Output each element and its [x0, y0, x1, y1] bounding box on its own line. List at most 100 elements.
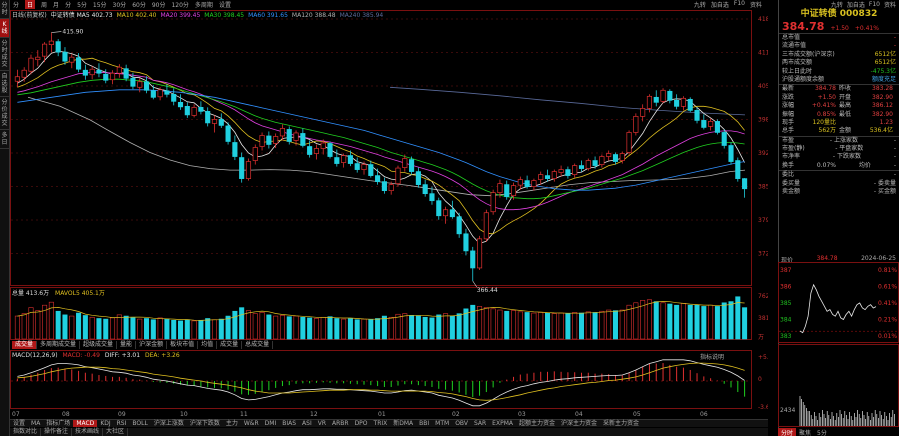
candle-body — [252, 147, 258, 161]
candle-body — [89, 68, 95, 76]
candle-body — [218, 119, 224, 126]
volume-tab-6[interactable]: 均值 — [198, 341, 218, 349]
candle-body — [708, 121, 714, 127]
indicator-tab-14[interactable]: VR — [315, 420, 329, 427]
volume-bar — [198, 319, 204, 340]
price-panel-frame — [10, 10, 752, 286]
indicator-tab-22[interactable]: SAR — [471, 420, 489, 427]
volume-bar — [334, 318, 340, 340]
indicator-tab-17[interactable]: TRIX — [371, 420, 391, 427]
volume-bar — [279, 315, 285, 340]
price-axis-label: 392.1 — [758, 150, 768, 157]
indicator-tab-19[interactable]: BBI — [416, 420, 432, 427]
volume-bar — [551, 313, 557, 340]
volume-tab-3[interactable]: 量能 — [117, 341, 137, 349]
intraday-tab-0[interactable]: 分时 — [778, 428, 797, 436]
volume-tab-4[interactable]: 沪深金额 — [136, 341, 168, 349]
intraday-axis-label: 387 — [780, 267, 792, 274]
volume-tab-7[interactable]: 成交量 — [217, 341, 243, 349]
indicator-tab-7[interactable]: 沪深上涨数 — [151, 420, 187, 427]
intraday-tab-2[interactable]: 5分 — [814, 428, 830, 436]
indicator-tab-12[interactable]: BIAS — [279, 420, 299, 427]
volume-bar — [395, 313, 401, 340]
x-label: 07 — [12, 411, 20, 418]
indicator-tab-15[interactable]: ARBR — [329, 420, 352, 427]
volume-bar — [21, 313, 27, 340]
tool-tab-0[interactable]: 指数对比 — [10, 428, 42, 436]
market-mid: - 下跌家数 — [832, 153, 861, 161]
indicator-tab-3[interactable]: MACD — [73, 420, 98, 427]
macd-axis-label: +5.08 — [758, 354, 768, 361]
volume-legend: 总量 413.6万 MAVOL5 405.1万 — [12, 288, 105, 297]
quote-key: 最低 — [839, 110, 852, 118]
candle-body — [606, 153, 612, 157]
volume-tab-2[interactable]: 超级成交量 — [80, 341, 118, 349]
candle-body — [701, 120, 707, 128]
indicator-tab-26[interactable]: 采新主力资金 — [600, 420, 642, 427]
tool-tab-3[interactable]: 大社区 — [103, 428, 129, 436]
low-marker: 366.44 — [477, 287, 498, 294]
order-value: - 买金额 — [873, 188, 896, 196]
candle-body — [232, 142, 238, 157]
indicator-tab-8[interactable]: 沪深下跌数 — [187, 420, 223, 427]
quote-header-item[interactable]: 九转 — [831, 0, 843, 9]
candle-body — [137, 81, 143, 88]
candle-body — [130, 77, 136, 87]
indicator-tab-0[interactable]: 设置 — [10, 420, 28, 427]
intraday-vol-axis: 2434 — [780, 407, 795, 414]
intraday-chart[interactable]: 387 386 385 384 383 0.81% 0.61% 0.41% 0.21% 0.01%… — [778, 262, 899, 432]
volume-bar — [300, 316, 306, 340]
indicator-tab-23[interactable]: EXPMA — [489, 420, 516, 427]
indicator-tab-6[interactable]: BOLL — [129, 420, 150, 427]
intraday-tab-1[interactable]: 聚焦 — [796, 428, 814, 436]
indicator-tab-25[interactable]: 沪深主力资金 — [558, 420, 600, 427]
tool-tab-2[interactable]: 技术画线 — [72, 428, 104, 436]
info-row: 两市成交额 6512亿 — [779, 59, 899, 67]
indicator-tab-5[interactable]: RSI — [114, 420, 130, 427]
volume-bar — [110, 317, 116, 340]
indicator-tab-4[interactable]: KDJ — [97, 420, 113, 427]
volume-tab-1[interactable]: 多周期成交量 — [37, 341, 81, 349]
quote-header-item[interactable]: 加自选 — [847, 0, 865, 9]
ma60-line — [17, 89, 745, 191]
indicator-tab-13[interactable]: ASI — [299, 420, 315, 427]
candle-body — [578, 165, 585, 169]
candle-body — [456, 216, 462, 235]
volume-tab-8[interactable]: 总成交量 — [242, 341, 274, 349]
quote-value: 386.12 — [872, 102, 893, 110]
indicator-tab-20[interactable]: MTM — [432, 420, 452, 427]
tool-tab-1[interactable]: 操作备注 — [41, 428, 73, 436]
volume-tab-5[interactable]: 板块市值 — [167, 341, 199, 349]
indicator-help-link[interactable]: 指标说明 — [700, 352, 724, 361]
indicator-tab-1[interactable]: MA — [28, 420, 43, 427]
macd-legend: MACD(12,26,9) MACD: -0.49 DIFF: +3.01 DE… — [12, 352, 180, 359]
quote-cell: 昨收 383.28 — [839, 85, 896, 93]
indicator-tab-2[interactable]: 指标广场 — [43, 420, 73, 427]
volume-bar — [320, 316, 326, 340]
candle-body — [184, 105, 190, 116]
quote-header-item[interactable]: F10 — [869, 1, 880, 8]
indicator-tab-16[interactable]: DPO — [352, 420, 371, 427]
indicator-tab-11[interactable]: DMI — [262, 420, 280, 427]
indicator-tab-21[interactable]: OBV — [452, 420, 471, 427]
volume-tab-0[interactable]: 成交量 — [12, 341, 38, 349]
quote-cell: 振幅 0.85% — [782, 111, 839, 119]
candle-body — [463, 233, 469, 252]
indicator-tab-10[interactable]: W&R — [241, 420, 262, 427]
indicator-tab-18[interactable]: 新DMA — [390, 420, 416, 427]
quote-header-item[interactable]: 资料 — [884, 0, 896, 9]
indicator-tab-24[interactable]: 超额主力资金 — [516, 420, 558, 427]
intraday-tabs: 分时 聚焦 5分 — [778, 428, 899, 436]
intraday-axis-label: 386 — [780, 284, 792, 291]
info-row: 流通市值 - — [779, 42, 899, 50]
volume-bar — [511, 310, 517, 340]
volume-bar — [422, 316, 428, 340]
x-label: 09 — [118, 411, 126, 418]
indicator-tab-9[interactable]: 主力 — [223, 420, 241, 427]
volume-bar — [361, 318, 367, 340]
volume-bar — [443, 313, 449, 340]
candle-body — [375, 175, 381, 182]
quote-key: 开盘 — [839, 93, 852, 101]
candle-body — [191, 107, 197, 116]
price-axis-label: 379.0 — [758, 217, 768, 224]
